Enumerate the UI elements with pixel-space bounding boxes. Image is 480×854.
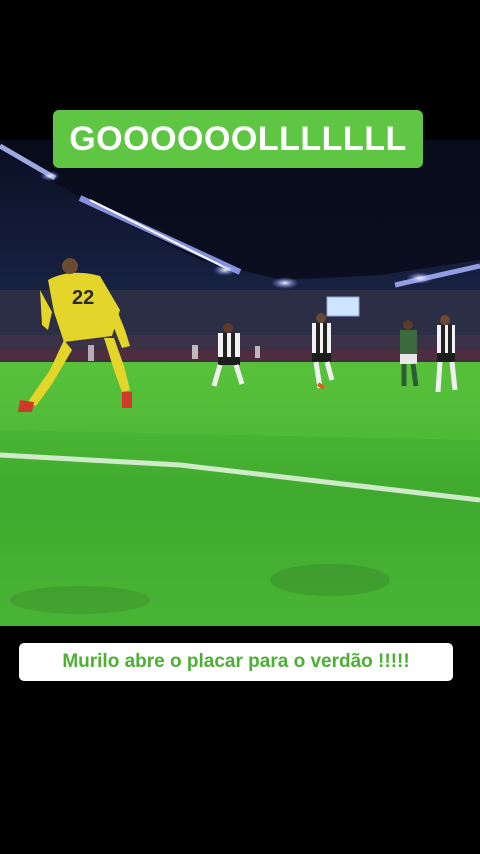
goalkeeper-number: 22 (72, 287, 94, 309)
caption-sticker: Murilo abre o placar para o verdão !!!!! (19, 643, 453, 681)
big-screen (326, 296, 360, 317)
goal-headline: GOOOOOOLLLLLLL (69, 119, 407, 158)
goal-headline-sticker: GOOOOOOLLLLLLL (53, 110, 423, 168)
caption-text: Murilo abre o placar para o verdão !!!!! (62, 651, 410, 672)
match-photo: 22 (0, 140, 480, 626)
